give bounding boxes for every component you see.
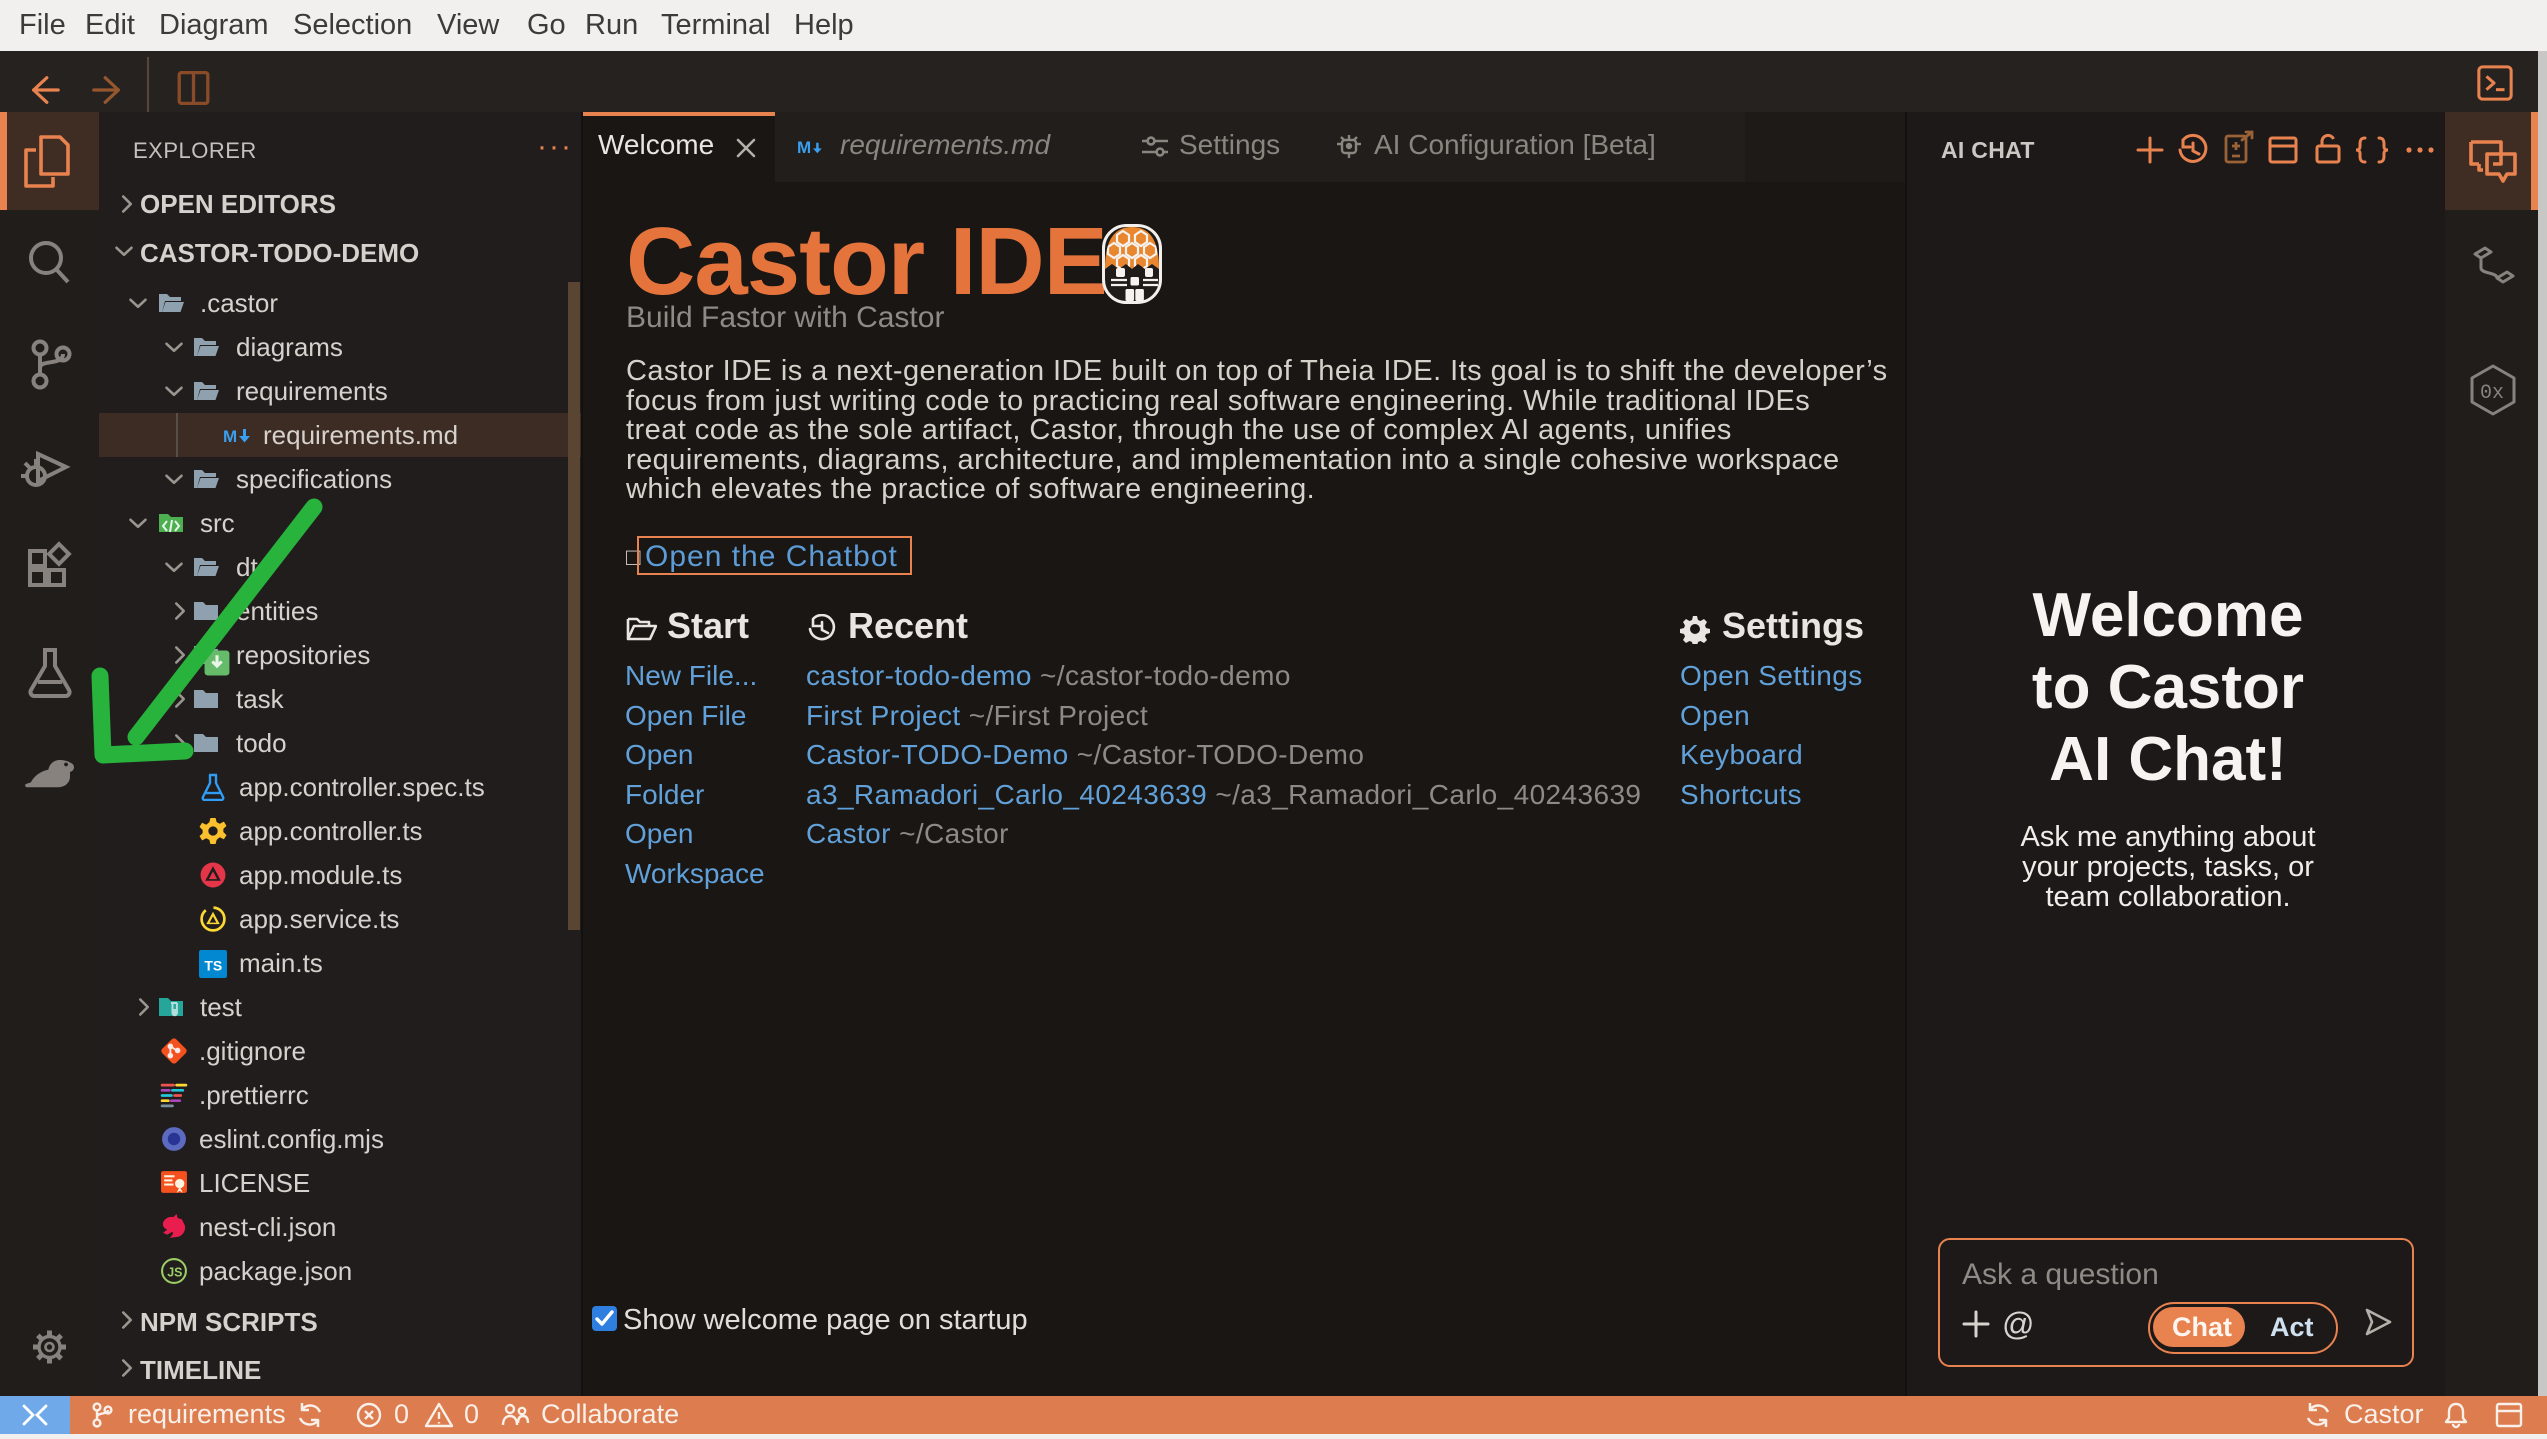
svg-text:M: M bbox=[797, 138, 811, 157]
svg-text:0x: 0x bbox=[2480, 382, 2504, 405]
svg-text:JS: JS bbox=[167, 1266, 182, 1280]
svg-text:M: M bbox=[223, 427, 237, 446]
svg-text:TS: TS bbox=[204, 957, 222, 973]
